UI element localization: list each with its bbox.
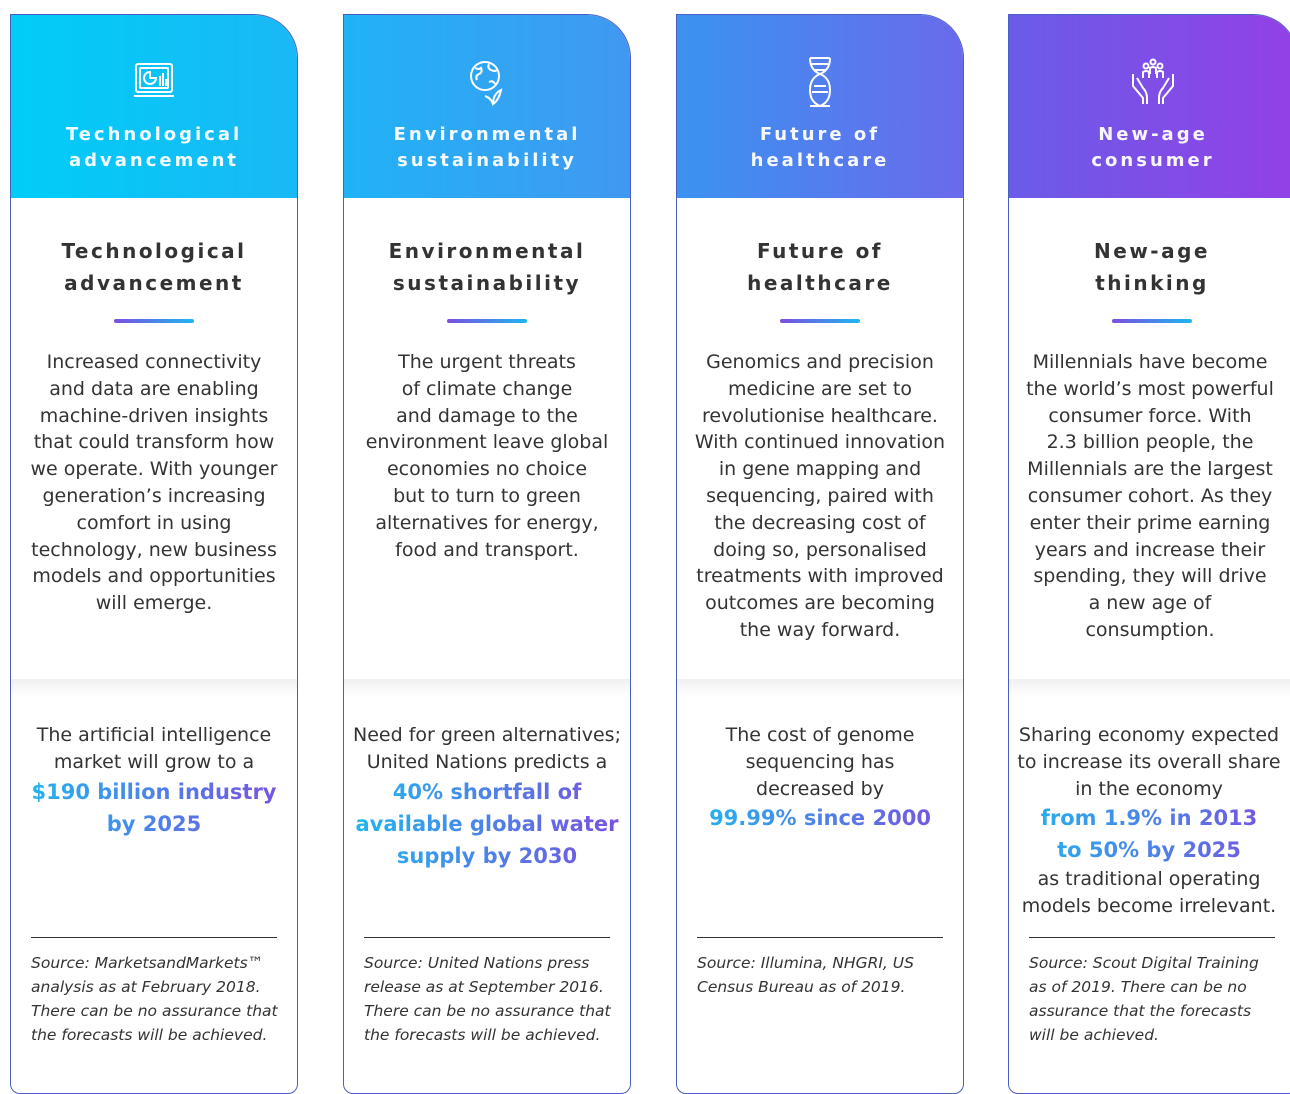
accent-bar [114, 319, 194, 323]
section-divider [1009, 679, 1290, 697]
description: Genomics and precision medicine are set t… [694, 351, 946, 641]
source-rule [364, 937, 610, 938]
stat-block: Need for green alternatives; United Natio… [352, 722, 622, 872]
accent-bar [447, 319, 527, 323]
stat-block: The artificial intelligence market will g… [19, 722, 289, 840]
stat-highlight: 40% shortfall of [352, 776, 622, 808]
stat-block: The cost of genome sequencing has decrease… [685, 722, 955, 834]
source-note: Source: MarketsandMarkets™ analysis as at… [31, 954, 278, 1044]
section-title: Technological advancement [61, 239, 247, 295]
description: Millennials have become the world’s most … [1026, 351, 1274, 641]
card-header: Environmental sustainability [344, 15, 630, 198]
section-divider [11, 679, 297, 697]
stat-highlight: by 2025 [19, 808, 289, 840]
section-divider [677, 679, 963, 697]
section-title: Future of healthcare [747, 239, 893, 295]
source-rule [697, 937, 943, 938]
section-divider [344, 679, 630, 697]
description: Increased connectivity and data are enabl… [30, 351, 278, 615]
source-rule [31, 937, 277, 938]
card-technological-advancement: Technological advancement Technological ad… [10, 14, 298, 1094]
stat-highlight: from 1.9% in 2013 [1015, 802, 1283, 834]
globe-plant-icon [470, 61, 503, 106]
card-future-of-healthcare: Future of healthcare Future of healthcare … [676, 14, 964, 1094]
description: The urgent threats of climate change and d… [365, 351, 609, 561]
source-rule [1029, 937, 1275, 938]
section-title: Environmental sustainability [388, 239, 586, 295]
section-title: New-age thinking [1094, 239, 1210, 295]
hands-people-icon [1132, 58, 1174, 104]
card-header: New-age consumer [1009, 15, 1290, 198]
stat-highlight: 99.99% since 2000 [685, 802, 955, 834]
dna-icon [808, 57, 832, 107]
stat-highlight: $190 billion industry [19, 776, 289, 808]
header-title: New-age consumer [1091, 124, 1215, 171]
card-header: Technological advancement [11, 15, 297, 198]
stat-highlight: to 50% by 2025 [1015, 834, 1283, 866]
card-header: Future of healthcare [677, 15, 963, 198]
accent-bar [1112, 319, 1192, 323]
stat-highlight: available global water [352, 808, 622, 840]
header-title: Future of healthcare [750, 124, 890, 171]
header-title: Environmental sustainability [393, 124, 581, 171]
stat-block: Sharing economy expected to increase its … [1015, 722, 1283, 920]
stat-highlight: supply by 2030 [352, 840, 622, 872]
chart-monitor-icon [134, 63, 174, 97]
source-note: Source: Scout Digital Training as of 2019… [1029, 954, 1259, 1044]
card-new-age-consumer: New-age consumer New-age thinking Millenni… [1008, 14, 1290, 1094]
card-environmental-sustainability: Environmental sustainability Environmenta… [343, 14, 631, 1094]
source-note: Source: United Nations press release as a… [364, 954, 611, 1044]
header-title: Technological advancement [65, 124, 243, 171]
accent-bar [780, 319, 860, 323]
source-note: Source: Illumina, NHGRI, US Census Bureau… [697, 954, 914, 996]
